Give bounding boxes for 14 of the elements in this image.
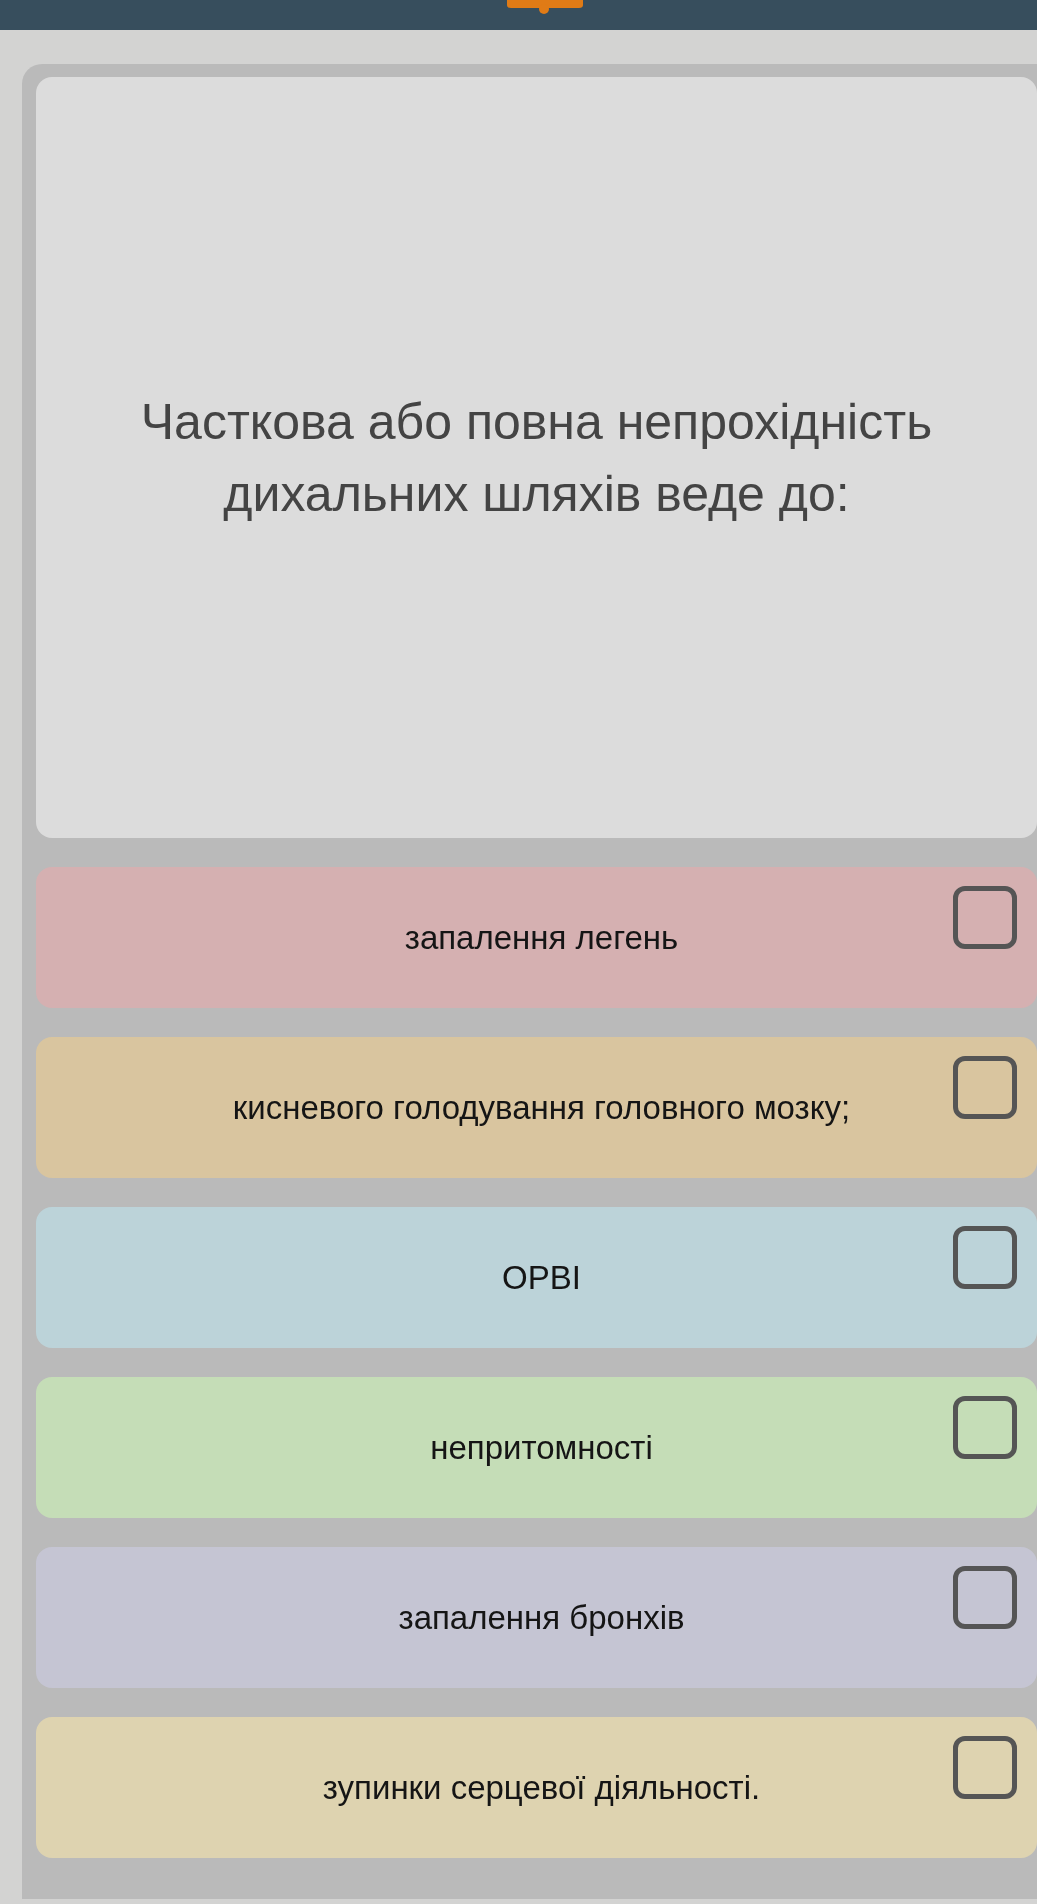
checkbox[interactable] — [953, 1566, 1017, 1629]
checkbox[interactable] — [953, 1056, 1017, 1119]
answer-option[interactable]: запалення легень — [36, 867, 1037, 1008]
answer-option[interactable]: запалення бронхів — [36, 1547, 1037, 1688]
answer-option[interactable]: ОРВІ — [36, 1207, 1037, 1348]
checkbox[interactable] — [953, 1736, 1017, 1799]
checkbox[interactable] — [953, 886, 1017, 949]
checkbox[interactable] — [953, 1396, 1017, 1459]
checkbox[interactable] — [953, 1226, 1017, 1289]
bell-icon[interactable] — [507, 0, 583, 14]
answer-option[interactable]: кисневого голодування головного мозку; — [36, 1037, 1037, 1178]
answer-option[interactable]: непритомності — [36, 1377, 1037, 1518]
question-text: Часткова або повна непрохідність дихальних шляхів веде до: — [139, 392, 934, 524]
answer-option[interactable]: зупинки серцевої діяльності. — [36, 1717, 1037, 1858]
